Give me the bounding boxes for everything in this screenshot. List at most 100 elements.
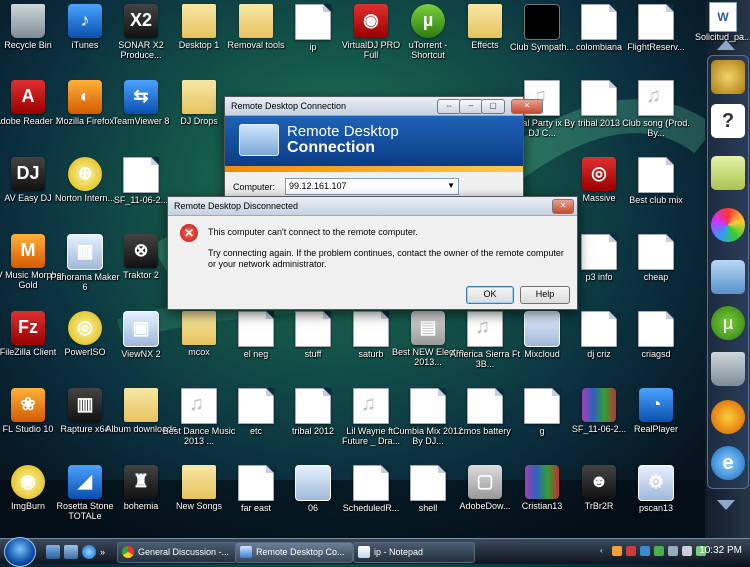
taskbar-button-chrome[interactable]: General Discussion -... — [117, 542, 237, 563]
tray-update-icon[interactable] — [654, 546, 664, 556]
icon-glyph: ⊗ — [133, 240, 149, 260]
error-dialog[interactable]: Remote Desktop Disconnected ✕ ✕ This com… — [167, 196, 578, 310]
rdc-restore-icon[interactable]: ⇔ — [437, 99, 461, 114]
document-icon — [581, 4, 617, 40]
icon-glyph: ◢ — [78, 471, 92, 491]
desktop-icon-best-club-mix[interactable]: Best club mix — [619, 155, 693, 231]
rapture-icon: ▥ — [68, 388, 102, 422]
rdc-window[interactable]: Remote Desktop Connection ⇔ – ▢ ✕ Remote… — [224, 96, 543, 206]
sonar-icon: X2 — [124, 4, 158, 38]
tray-app-icon[interactable] — [612, 546, 622, 556]
rdc-minimize-button[interactable]: – — [459, 99, 483, 114]
error-dialog-close-button[interactable]: ✕ — [552, 199, 574, 214]
poweriso-icon: ◎ — [68, 311, 102, 345]
switch-windows-icon[interactable] — [64, 545, 78, 559]
icon-glyph: DJ — [16, 163, 40, 183]
internet-explorer-icon[interactable]: e — [711, 446, 745, 480]
norton-icon: ⊕ — [68, 157, 102, 191]
icon-glyph: ⚙ — [647, 472, 665, 492]
pdf-icon — [638, 4, 674, 40]
error-icon: ✕ — [180, 224, 198, 242]
icon-glyph: ◐ — [79, 86, 91, 106]
notes-icon[interactable] — [711, 156, 745, 190]
music-file-icon — [353, 388, 389, 424]
computer-icon — [239, 124, 279, 156]
desktop-icon-label: FlightReserv... — [627, 42, 685, 52]
desktop-icon-label: RealPlayer — [633, 424, 679, 434]
gadget-panel: ? µ e — [707, 55, 749, 489]
taskbar: » General Discussion -... Remote Desktop… — [0, 537, 750, 567]
document-icon — [581, 80, 617, 116]
taskbar-button-notepad[interactable]: ip - Notepad — [353, 542, 475, 563]
icon-glyph: Fz — [18, 317, 38, 337]
music-file-icon — [638, 80, 674, 116]
internet-explorer-quicklaunch-icon[interactable] — [82, 545, 96, 559]
sidebar-scroll-up-icon[interactable] — [717, 40, 735, 50]
windows-sidebar: W Solicitud_pa... ? µ e — [695, 0, 750, 538]
remote-desktop-icon — [240, 546, 252, 558]
massive-icon: ◎ — [582, 157, 616, 191]
desktop-icon-criagsd[interactable]: criagsd — [619, 309, 693, 385]
fl-studio-icon: ❀ — [11, 388, 45, 422]
filezilla-icon: Fz — [11, 311, 45, 345]
utorrent-gadget-icon[interactable]: µ — [711, 306, 745, 340]
rdc-close-button[interactable]: ✕ — [511, 99, 543, 114]
windows-explorer-icon[interactable] — [711, 260, 745, 294]
desktop-icon-cheap[interactable]: cheap — [619, 232, 693, 308]
pdf-icon — [353, 465, 389, 501]
firefox-icon: ◐ — [68, 80, 102, 114]
document-icon — [638, 311, 674, 347]
picture-puzzle-icon[interactable] — [711, 208, 745, 242]
ok-button[interactable]: OK — [466, 286, 514, 304]
help-icon[interactable]: ? — [711, 104, 745, 138]
error-dialog-titlebar[interactable]: Remote Desktop Disconnected ✕ — [168, 197, 577, 216]
desktop-icon-flightreserv[interactable]: FlightReserv... — [619, 2, 693, 78]
rdc-maximize-button[interactable]: ▢ — [481, 99, 505, 114]
document-icon — [295, 388, 331, 424]
itunes-icon: ♪ — [68, 4, 102, 38]
icon-glyph: A — [21, 86, 35, 106]
rdc-window-title: Remote Desktop Connection — [231, 101, 347, 111]
computer-label: Computer: — [233, 182, 276, 192]
icon-glyph: ♪ — [80, 10, 90, 30]
icon-glyph: ◉ — [20, 471, 36, 491]
help-button[interactable]: Help — [520, 286, 570, 304]
rdc-banner: Remote Desktop Connection — [225, 116, 523, 166]
system-tray: ‹ 10:32 PM — [600, 539, 750, 564]
notepad-icon — [358, 546, 370, 558]
rdc-titlebar[interactable]: Remote Desktop Connection ⇔ – ▢ ✕ — [225, 97, 543, 116]
taskbar-button-remote-desktop[interactable]: Remote Desktop Co... — [235, 542, 353, 563]
show-desktop-icon[interactable] — [46, 545, 60, 559]
viewnx-icon: ▣ — [123, 311, 159, 347]
sidebar-top-item[interactable]: W Solicitud_pa... — [695, 2, 750, 42]
computer-combobox[interactable]: 99.12.161.107 ▼ — [285, 178, 459, 195]
icon-glyph: ◉ — [363, 10, 379, 30]
icon-glyph: ◎ — [591, 163, 607, 183]
chevron-down-icon[interactable]: ▼ — [447, 181, 455, 190]
clock[interactable]: 10:32 PM — [699, 545, 742, 556]
tray-expand-icon[interactable]: ‹ — [600, 546, 606, 556]
desktop-icon-club-song[interactable]: Club song (Prod. By... — [619, 78, 693, 154]
icon-glyph: ☻ — [589, 471, 609, 491]
firefox-gadget-icon[interactable] — [711, 400, 745, 434]
av-music-morpher-icon: M — [11, 234, 45, 268]
desktop-icon-pscan13[interactable]: ⚙ pscan13 — [619, 463, 693, 539]
taskbar-button-label: ip - Notepad — [374, 547, 424, 557]
tray-volume-icon[interactable] — [682, 546, 692, 556]
document-icon — [238, 311, 274, 347]
tray-chat-icon[interactable] — [640, 546, 650, 556]
sidebar-scroll-down-icon[interactable] — [717, 500, 735, 510]
recycle-bin-gadget-icon[interactable] — [711, 352, 745, 386]
icon-glyph: µ — [422, 10, 434, 30]
desktop-icon-label: pscan13 — [638, 503, 674, 513]
quicklaunch-more-icon[interactable]: » — [100, 545, 108, 559]
tray-network-icon[interactable] — [668, 546, 678, 556]
document-icon — [524, 388, 560, 424]
lock-icon[interactable] — [711, 60, 745, 94]
icon-glyph: ▢ — [476, 471, 494, 491]
desktop-icon-realplayer[interactable]: ◔ RealPlayer — [619, 386, 693, 462]
document-icon — [467, 388, 503, 424]
document-icon — [581, 311, 617, 347]
panorama-maker-icon: ▦ — [67, 234, 103, 270]
tray-security-icon[interactable] — [626, 546, 636, 556]
